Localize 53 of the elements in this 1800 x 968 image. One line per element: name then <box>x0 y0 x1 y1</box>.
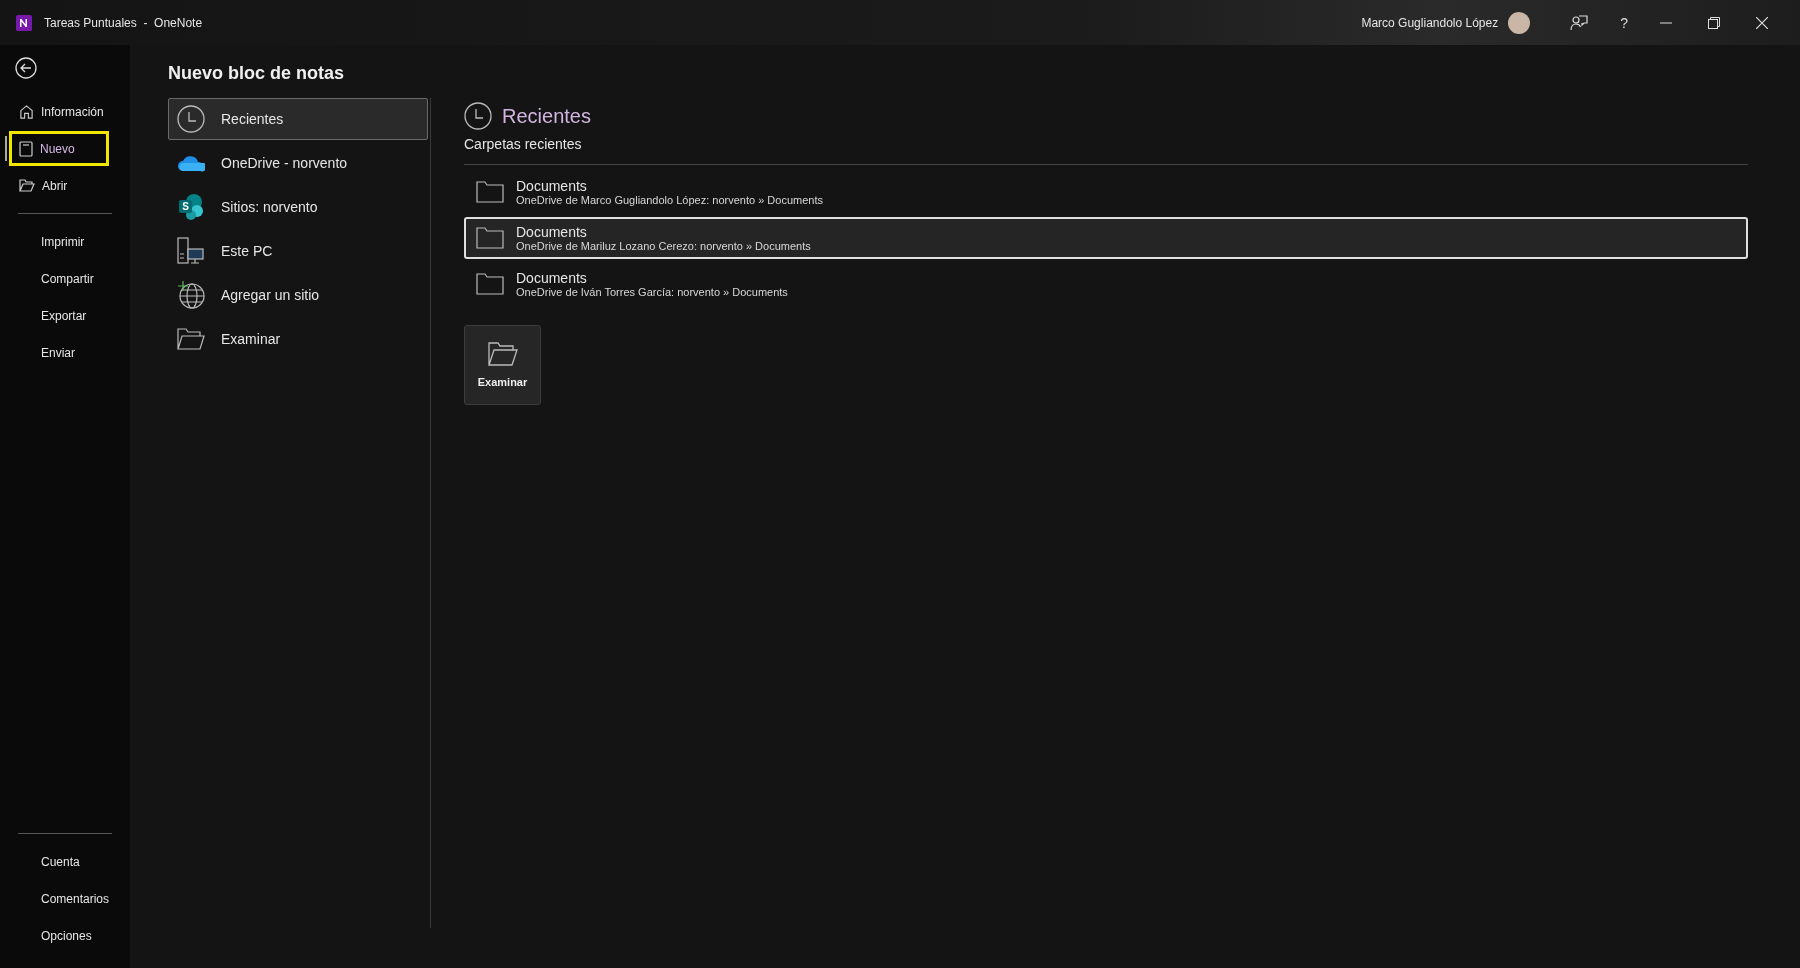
folder-icon <box>487 342 518 366</box>
sidebar-item[interactable]: Abrir <box>0 167 130 204</box>
sidebar-item[interactable]: Opciones <box>0 917 130 954</box>
folder-path: OneDrive de Iván Torres García: norvento » Documents <box>516 286 788 298</box>
folder-icon <box>476 273 504 295</box>
sidebar-item[interactable]: Imprimir <box>0 223 130 260</box>
recent-folder-item[interactable]: Documents OneDrive de Marco Gugliandolo López: norvento » Documents <box>464 171 1748 213</box>
sidebar-item[interactable]: Enviar <box>0 334 130 371</box>
avatar-icon[interactable] <box>1508 11 1531 34</box>
section-title: Recientes <box>502 104 591 128</box>
recent-folder-item[interactable]: Documents OneDrive de Iván Torres García: norvento » Documents <box>464 263 1748 305</box>
folder-path: OneDrive de Mariluz Lozano Cerezo: norvento » Documents <box>516 240 811 252</box>
recent-folder-item[interactable]: Documents OneDrive de Mariluz Lozano Cerezo: norvento » Documents <box>464 217 1748 259</box>
window-title: Tareas Puntuales - OneNote <box>44 15 203 30</box>
sidebar-item[interactable]: Exportar <box>0 297 130 334</box>
home-icon <box>19 104 34 119</box>
location-item[interactable]: Agregar un sitio <box>168 274 428 316</box>
folder-path: OneDrive de Marco Gugliandolo López: norvento » Documents <box>516 194 823 206</box>
folder-name: Documents <box>516 224 588 240</box>
clock-icon <box>177 105 205 133</box>
folder-icon <box>177 328 205 350</box>
folder-name: Documents <box>516 270 588 286</box>
app-logo-icon <box>16 14 32 31</box>
feedback-icon[interactable] <box>1570 13 1589 32</box>
close-icon[interactable] <box>1756 16 1768 29</box>
location-item[interactable]: Este PC <box>168 230 428 272</box>
cloud-icon <box>177 154 205 172</box>
restore-icon[interactable] <box>1708 16 1720 29</box>
folder-icon <box>476 227 504 249</box>
sidebar-item[interactable]: Nuevo <box>0 130 130 167</box>
page-heading: Nuevo bloc de notas <box>168 63 346 84</box>
folder-icon <box>476 181 504 203</box>
clock-icon <box>464 102 492 130</box>
sidebar-item[interactable]: Compartir <box>0 260 130 297</box>
minimize-icon[interactable] <box>1660 21 1672 24</box>
sidebar-item[interactable]: Información <box>0 93 130 130</box>
browse-button[interactable]: Examinar <box>464 325 541 405</box>
location-item[interactable]: S Sitios: norvento <box>168 186 428 228</box>
back-icon[interactable] <box>15 57 37 79</box>
sidebar-item[interactable]: Comentarios <box>0 880 130 917</box>
folder-icon <box>19 179 35 192</box>
globe-icon <box>177 281 205 309</box>
notebook-icon <box>19 140 33 157</box>
folder-name: Documents <box>516 178 588 194</box>
location-item[interactable]: Examinar <box>168 318 428 360</box>
section-subtitle: Carpetas recientes <box>464 136 583 152</box>
help-button[interactable]: ? <box>1616 14 1632 31</box>
location-item[interactable]: Recientes <box>168 98 428 140</box>
location-item[interactable]: OneDrive - norvento <box>168 142 428 184</box>
user-name[interactable]: Marco Gugliandolo López <box>1361 15 1499 30</box>
computer-icon <box>177 237 205 265</box>
sidebar-item[interactable]: Cuenta <box>0 843 130 880</box>
selection-indicator <box>5 136 7 161</box>
